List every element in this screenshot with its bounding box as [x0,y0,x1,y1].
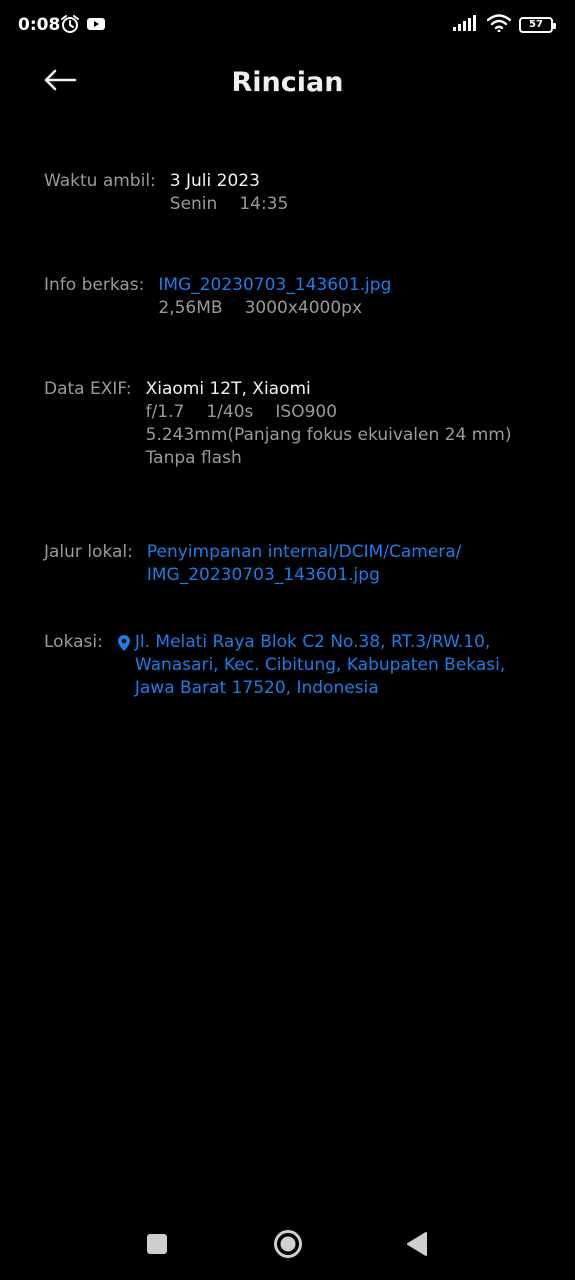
time-clock: 14:35 [239,194,289,214]
back-triangle-icon [406,1232,428,1260]
path-link[interactable]: Penyimpanan internal/DCIM/Camera/ IMG_20… [147,541,462,587]
page-title: Rincian [231,67,344,98]
navigation-bar [0,1210,575,1280]
youtube-icon [86,16,106,36]
exif-iso: ISO900 [275,402,338,422]
signal-icon [453,15,479,35]
status-time: 0:08 [18,15,61,35]
time-values: 3 Juli 2023 Senin 14:35 [170,170,289,216]
detail-row-path: Jalur lokal: Penyimpanan internal/DCIM/C… [44,541,555,587]
time-day-clock: Senin 14:35 [170,193,289,216]
exif-flash: Tanpa flash [145,448,242,468]
exif-focal: 5.243mm(Panjang fokus ekuivalen 24 mm) [145,425,512,445]
battery-level: 57 [529,19,543,30]
detail-row-time: Waktu ambil: 3 Juli 2023 Senin 14:35 [44,170,555,216]
file-size: 2,56MB [158,298,223,318]
nav-back-button[interactable] [399,1228,435,1264]
exif-label: Data EXIF: [44,379,132,399]
home-button[interactable] [270,1228,306,1264]
time-day: Senin [169,194,218,214]
exif-values: Xiaomi 12T, Xiaomi f/1.7 1/40s ISO900 5.24… [146,378,512,470]
detail-row-location: Lokasi: Jl. Melati Raya Blok C2 No.38, R… [44,631,555,700]
alarm-icon [60,14,80,38]
details-list: Waktu ambil: 3 Juli 2023 Senin 14:35 Info… [44,166,555,700]
location-line-2[interactable]: Wanasari, Kec. Cibitung, Kabupaten Bekas… [135,654,505,677]
file-label: Info berkas: [44,275,145,295]
path-line-2[interactable]: IMG_20230703_143601.jpg [147,564,462,587]
location-label: Lokasi: [44,632,103,652]
recents-button[interactable] [139,1228,175,1264]
location-values: Jl. Melati Raya Blok C2 No.38, RT.3/RW.1… [135,631,505,700]
exif-aperture: f/1.7 [145,402,185,422]
recents-square-icon [146,1233,168,1259]
time-date: 3 Juli 2023 [169,171,260,191]
exif-settings: f/1.7 1/40s ISO900 [146,401,512,424]
exif-device: Xiaomi 12T, Xiaomi [145,379,311,399]
location-line-1[interactable]: Jl. Melati Raya Blok C2 No.38, RT.3/RW.1… [135,631,505,654]
detail-row-exif: Data EXIF: Xiaomi 12T, Xiaomi f/1.7 1/40s… [44,378,555,470]
status-right-icons: 57 [453,14,556,36]
location-link[interactable]: Jl. Melati Raya Blok C2 No.38, RT.3/RW.1… [117,631,505,700]
path-line-1[interactable]: Penyimpanan internal/DCIM/Camera/ [147,541,462,564]
time-label: Waktu ambil: [44,171,156,191]
file-values: IMG_20230703_143601.jpg 2,56MB 3000x4000p… [158,274,391,320]
file-name-link[interactable]: IMG_20230703_143601.jpg [158,274,391,297]
battery-icon: 57 [519,17,556,33]
detail-row-file: Info berkas: IMG_20230703_143601.jpg 2,5… [44,274,555,320]
home-circle-icon [273,1229,303,1263]
wifi-icon [486,14,512,36]
file-resolution: 3000x4000px [244,298,363,318]
location-pin-icon [117,634,131,659]
header: Rincian [0,52,575,116]
exif-shutter: 1/40s [206,402,254,422]
status-left-icons [60,14,106,38]
location-line-3[interactable]: Jawa Barat 17520, Indonesia [135,677,505,700]
file-size-resolution: 2,56MB 3000x4000px [158,297,391,320]
path-label: Jalur lokal: [44,542,133,562]
status-bar: 0:08 57 [0,0,575,52]
